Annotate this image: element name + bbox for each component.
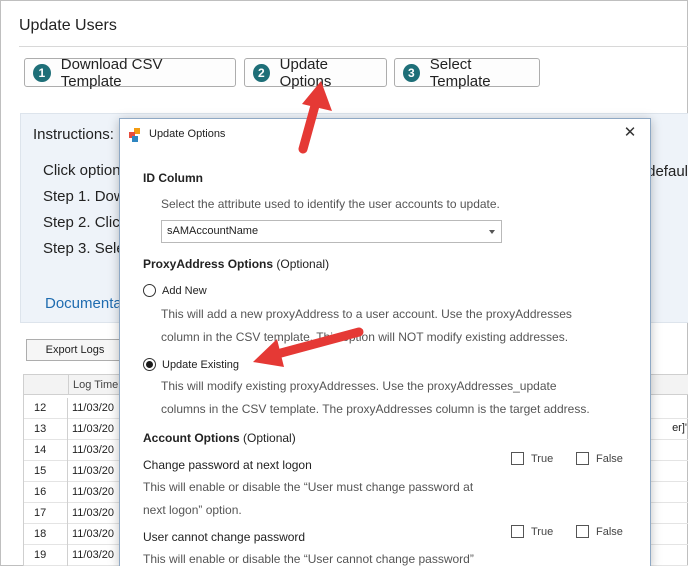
cannot-change-password-true-checkbox[interactable]: True bbox=[511, 525, 553, 538]
account-options-optional: (Optional) bbox=[243, 431, 296, 445]
id-column-heading: ID Column bbox=[143, 171, 203, 185]
row-number: 12 bbox=[24, 398, 68, 419]
row-number: 13 bbox=[24, 419, 68, 440]
change-password-true-checkbox[interactable]: True bbox=[511, 452, 553, 465]
id-column-description: Select the attribute used to identify th… bbox=[161, 197, 500, 211]
change-password-label: Change password at next logon bbox=[143, 458, 312, 472]
checkbox[interactable] bbox=[511, 525, 524, 538]
update-existing-radio-button[interactable] bbox=[143, 358, 156, 371]
id-column-selected-value: sAMAccountName bbox=[167, 225, 259, 237]
dialog-title: Update Options bbox=[149, 128, 226, 140]
checkbox[interactable] bbox=[576, 452, 589, 465]
proxy-options-heading: ProxyAddress Options (Optional) bbox=[143, 257, 329, 271]
step-3-badge: 3 bbox=[403, 63, 420, 82]
chevron-down-icon bbox=[489, 230, 495, 234]
cannot-change-password-false-checkbox[interactable]: False bbox=[576, 525, 623, 538]
instructions-overflow-text: defaul bbox=[647, 163, 688, 180]
select-template-label: Select Template bbox=[429, 55, 491, 90]
change-password-false-checkbox[interactable]: False bbox=[576, 452, 623, 465]
checkbox[interactable] bbox=[576, 525, 589, 538]
export-logs-button[interactable]: Export Logs bbox=[26, 339, 124, 361]
false-label: False bbox=[596, 452, 623, 465]
cannot-change-password-description: This will enable or disable the “User ca… bbox=[143, 552, 474, 566]
row-number: 18 bbox=[24, 524, 68, 545]
add-new-description: column in the CSV template. This option … bbox=[161, 330, 569, 344]
change-password-description: next logon” option. bbox=[143, 503, 242, 517]
add-new-radio[interactable]: Add New bbox=[143, 284, 207, 297]
instructions-label: Instructions: bbox=[33, 126, 114, 143]
update-options-button[interactable]: 2 Update Options bbox=[244, 55, 387, 90]
title-divider bbox=[19, 46, 688, 47]
select-template-button[interactable]: 3 Select Template bbox=[394, 55, 540, 90]
change-password-description: This will enable or disable the “User mu… bbox=[143, 480, 474, 494]
instructions-line: Step 1. Dow bbox=[43, 188, 125, 205]
update-existing-radio[interactable]: Update Existing bbox=[143, 358, 239, 371]
proxy-options-title: ProxyAddress Options bbox=[143, 257, 274, 271]
download-csv-template-button[interactable]: 1 Download CSV Template bbox=[24, 55, 236, 90]
false-label: False bbox=[596, 525, 623, 538]
row-number: 17 bbox=[24, 503, 68, 524]
update-options-dialog: Update Options ✕ ID Column Select the at… bbox=[119, 118, 651, 566]
update-existing-label: Update Existing bbox=[162, 358, 240, 371]
add-new-label: Add New bbox=[162, 284, 207, 297]
app-logo-icon bbox=[129, 128, 140, 142]
step-2-badge: 2 bbox=[253, 63, 270, 82]
log-message-overflow: er]' bbox=[672, 422, 687, 434]
checkbox[interactable] bbox=[511, 452, 524, 465]
app-window: Update Users 1 Download CSV Template 2 U… bbox=[0, 0, 688, 566]
instructions-line: Click option bbox=[43, 162, 121, 179]
update-existing-description: This will modify existing proxyAddresses… bbox=[161, 379, 557, 393]
page-title: Update Users bbox=[19, 17, 117, 34]
instructions-line: Step 3. Sele bbox=[43, 240, 125, 257]
close-icon[interactable]: ✕ bbox=[622, 125, 638, 141]
proxy-options-optional: (Optional) bbox=[276, 257, 330, 271]
step-1-badge: 1 bbox=[33, 63, 51, 82]
instructions-line: Step 2. Click bbox=[43, 214, 128, 231]
update-options-label: Update Options bbox=[279, 55, 332, 90]
id-column-select[interactable]: sAMAccountName bbox=[161, 220, 502, 243]
add-new-description: This will add a new proxyAddress to a us… bbox=[161, 307, 572, 321]
row-number: 19 bbox=[24, 545, 68, 566]
add-new-radio-button[interactable] bbox=[143, 284, 156, 297]
account-options-heading: Account Options (Optional) bbox=[143, 431, 296, 445]
cannot-change-password-label: User cannot change password bbox=[143, 530, 306, 544]
true-label: True bbox=[531, 452, 554, 465]
row-number: 15 bbox=[24, 461, 68, 482]
true-label: True bbox=[531, 525, 554, 538]
documentation-link[interactable]: Documenta bbox=[45, 295, 122, 312]
update-existing-description: columns in the CSV template. The proxyAd… bbox=[161, 402, 590, 416]
account-options-title: Account Options bbox=[143, 431, 240, 445]
dialog-titlebar[interactable]: Update Options ✕ bbox=[120, 119, 650, 149]
download-csv-template-label: Download CSV Template bbox=[60, 55, 163, 90]
row-number: 16 bbox=[24, 482, 68, 503]
row-number: 14 bbox=[24, 440, 68, 461]
